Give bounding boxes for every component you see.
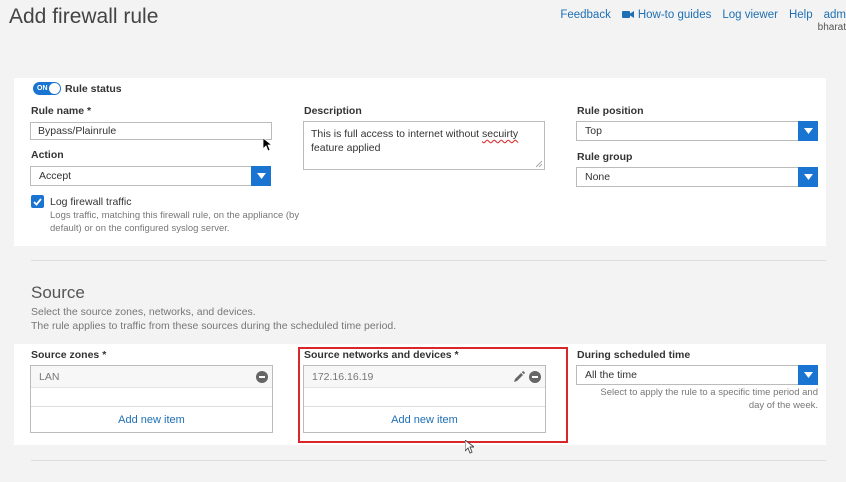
rule-position-label: Rule position xyxy=(577,105,644,117)
top-nav: Feedback How-to guides Log viewer Help a… xyxy=(560,7,846,23)
description-label: Description xyxy=(304,105,362,117)
chevron-down-icon xyxy=(803,372,813,378)
help-link[interactable]: Help xyxy=(789,9,813,21)
rule-name-input[interactable]: Bypass/Plainrule xyxy=(30,122,272,140)
source-zones-label: Source zones * xyxy=(31,349,107,361)
action-select[interactable]: Accept xyxy=(30,166,271,186)
source-section-desc-2: The rule applies to traffic from these s… xyxy=(31,320,397,332)
source-section-desc-1: Select the source zones, networks, and d… xyxy=(31,306,256,318)
source-zone-item: LAN xyxy=(31,366,272,388)
remove-zone-icon[interactable] xyxy=(256,371,268,383)
rule-group-dropdown-button[interactable] xyxy=(798,167,818,187)
rule-name-value: Bypass/Plainrule xyxy=(38,125,117,137)
toggle-knob xyxy=(49,83,60,94)
scheduled-time-dropdown-button[interactable] xyxy=(798,365,818,385)
log-desc-line-2: default) or on the configured syslog ser… xyxy=(50,223,230,234)
chevron-down-icon xyxy=(803,174,813,180)
howto-guides-label: How-to guides xyxy=(637,9,712,21)
action-dropdown-button[interactable] xyxy=(251,166,271,186)
log-viewer-link[interactable]: Log viewer xyxy=(722,9,778,21)
log-desc-line-1: Logs traffic, matching this firewall rul… xyxy=(50,210,300,221)
mouse-pointer-icon xyxy=(263,138,272,152)
action-label: Action xyxy=(31,149,64,161)
scheduled-time-select[interactable]: All the time xyxy=(576,365,818,385)
source-zone-item-label: LAN xyxy=(39,371,60,383)
scheduled-time-description: Select to apply the rule to a specific t… xyxy=(600,386,818,412)
schedule-desc-line-1: Select to apply the rule to a specific t… xyxy=(600,387,818,398)
description-text-1: This is full access to internet without xyxy=(311,128,480,140)
description-text-2: feature applied xyxy=(311,142,381,154)
source-zones-list: LAN Add new item xyxy=(30,365,273,433)
rule-group-value: None xyxy=(585,171,611,183)
rule-position-select[interactable]: Top xyxy=(576,121,818,141)
feedback-link[interactable]: Feedback xyxy=(560,9,611,21)
chevron-down-icon xyxy=(803,128,813,134)
highlight-box xyxy=(298,347,568,443)
bottom-divider xyxy=(31,460,826,461)
action-value: Accept xyxy=(39,170,72,182)
rule-position-value: Top xyxy=(585,125,602,137)
log-traffic-checkbox[interactable] xyxy=(31,195,44,208)
description-misspelled-word: secuirty xyxy=(482,128,519,140)
rule-status-toggle[interactable]: ON xyxy=(33,82,61,95)
rule-position-dropdown-button[interactable] xyxy=(798,121,818,141)
toggle-state: ON xyxy=(37,85,48,92)
video-camera-icon xyxy=(621,11,634,19)
rule-group-select[interactable]: None xyxy=(576,167,818,187)
scheduled-time-value: All the time xyxy=(585,369,637,381)
description-textarea[interactable]: This is full access to internet without … xyxy=(303,121,545,170)
rule-status-label: Rule status xyxy=(65,83,122,95)
rule-group-label: Rule group xyxy=(577,151,633,163)
user-menu[interactable]: adm xyxy=(824,9,846,21)
rule-name-label: Rule name * xyxy=(31,105,92,117)
add-source-zone-button[interactable]: Add new item xyxy=(31,406,272,432)
schedule-desc-line-2: day of the week. xyxy=(748,400,818,411)
user-subtitle: bharat xyxy=(817,22,846,33)
mouse-pointer-icon xyxy=(465,440,474,454)
howto-guides-link[interactable]: How-to guides xyxy=(621,9,712,21)
section-divider xyxy=(31,260,826,261)
scheduled-time-label: During scheduled time xyxy=(577,349,691,361)
chevron-down-icon xyxy=(256,173,266,179)
source-section-title: Source xyxy=(31,283,85,302)
log-traffic-label: Log firewall traffic xyxy=(50,196,132,208)
check-icon xyxy=(33,197,42,206)
page-title: Add firewall rule xyxy=(9,5,159,28)
log-traffic-description: Logs traffic, matching this firewall rul… xyxy=(50,209,299,235)
resize-handle-icon[interactable] xyxy=(536,161,542,167)
